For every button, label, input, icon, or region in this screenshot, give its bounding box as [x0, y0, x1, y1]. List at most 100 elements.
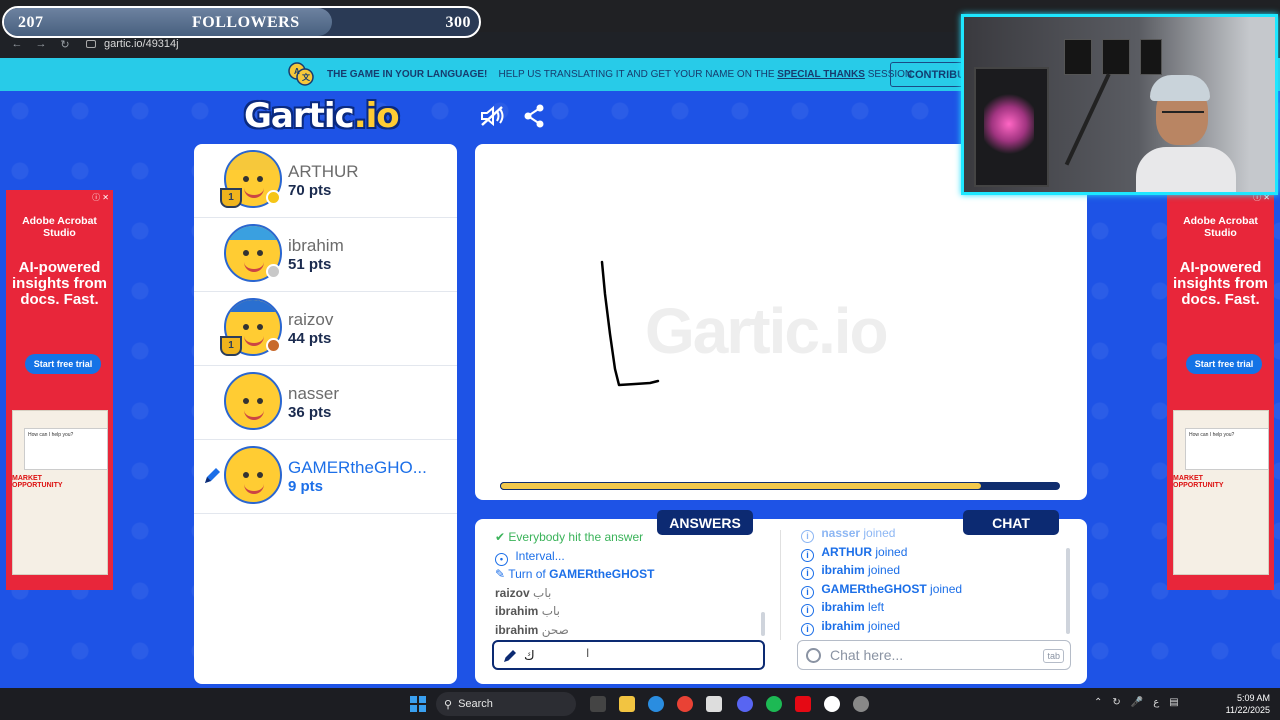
banner-text-before: HELP US TRANSLATING IT AND GET YOUR NAME…	[498, 69, 775, 80]
answers-scrollbar[interactable]	[761, 612, 765, 636]
forward-icon[interactable]: →	[34, 38, 48, 50]
list-item: ibrahim باب	[495, 602, 757, 621]
back-icon[interactable]: ←	[10, 38, 24, 50]
feed-guess: باب	[541, 604, 560, 618]
chat-input-placeholder: Chat here...	[830, 647, 904, 663]
banner-message: THE GAME IN YOUR LANGUAGE! HELP US TRANS…	[327, 69, 912, 80]
player-points: 70 pts	[288, 182, 332, 199]
store-icon[interactable]	[706, 696, 722, 712]
reload-icon[interactable]: ↻	[58, 38, 72, 51]
trophy-icon: 1	[220, 336, 242, 356]
svg-text:A: A	[294, 67, 300, 76]
list-item: i nasser joined	[801, 524, 1063, 543]
banner-headline: THE GAME IN YOUR LANGUAGE!	[327, 69, 488, 80]
player-row[interactable]: GAMERtheGHO... 9 pts	[194, 440, 457, 514]
gartic-logo[interactable]: Gartic.io	[244, 96, 400, 136]
text-cursor-icon: I	[586, 646, 590, 660]
feed-user: GAMERtheGHOST	[821, 581, 927, 596]
player-points: 51 pts	[288, 256, 332, 273]
feed-text: Turn of	[508, 567, 550, 581]
feed-user: raizov	[495, 585, 530, 600]
ad-right[interactable]: ⓘ ✕ Adobe Acrobat Studio AI-powered insi…	[1167, 190, 1274, 590]
round-timer-fill	[500, 482, 982, 490]
feed-user: ibrahim	[495, 622, 539, 637]
special-thanks-link[interactable]: SPECIAL THANKS	[777, 69, 865, 80]
chat-scrollbar[interactable]	[1066, 548, 1070, 634]
system-tray[interactable]: ⌃ ↻ 🎤 ع ▤	[1094, 697, 1179, 708]
ad-left[interactable]: ⓘ ✕ Adobe Acrobat Studio AI-powered insi…	[6, 190, 113, 590]
feed-user: ibrahim	[821, 563, 865, 577]
player-name: ibrahim	[288, 236, 344, 255]
webcam-overlay	[961, 14, 1278, 195]
sync-icon[interactable]: ↻	[1112, 697, 1120, 708]
followers-current: 207	[18, 14, 44, 31]
ad-cta-button[interactable]: Start free trial	[1186, 354, 1262, 374]
feed-user: ARTHUR	[821, 544, 873, 559]
info-icon: i	[801, 622, 814, 636]
drawing-canvas[interactable]: Gartic.io	[475, 144, 1087, 500]
taskbar-search[interactable]: ⚲ Search	[436, 692, 576, 716]
chat-feed: i nasser joined i ARTHUR joined i ibrahi…	[801, 524, 1063, 638]
feed-guess: باب	[533, 585, 552, 600]
pencil-icon	[205, 468, 220, 483]
contribute-button[interactable]: CONTRIBUTE	[890, 62, 970, 87]
share-icon[interactable]	[523, 104, 545, 128]
file-explorer-icon[interactable]	[619, 696, 635, 712]
mic-icon[interactable]: 🎤	[1131, 697, 1143, 708]
ad-close-icon[interactable]: ⓘ ✕	[92, 192, 109, 203]
mute-icon[interactable]	[480, 105, 506, 127]
chrome-icon[interactable]	[677, 696, 693, 712]
url-text: gartic.io/49314j	[104, 38, 179, 50]
pencil-icon	[504, 650, 516, 662]
ad-card: How can I help you?	[1185, 428, 1269, 470]
logo-main: Gartic	[244, 96, 355, 136]
windows-start-icon[interactable]	[410, 696, 426, 712]
panel-divider	[780, 530, 781, 640]
rank-badge	[266, 338, 281, 353]
edge-icon[interactable]	[648, 696, 664, 712]
info-icon: i	[801, 567, 814, 580]
player-name: raizov	[288, 310, 334, 329]
player-row[interactable]: 1 raizov 44 pts	[194, 292, 457, 366]
netflix-icon[interactable]	[795, 696, 811, 712]
ad-cta-button[interactable]: Start free trial	[25, 354, 101, 374]
feed-user: ibrahim	[821, 600, 865, 614]
discord-icon[interactable]	[737, 696, 753, 712]
feed-guess: صحن	[541, 622, 569, 637]
info-icon: i	[801, 530, 814, 543]
ad-card: How can I help you?	[24, 428, 108, 470]
taskbar-clock[interactable]: 5:09 AM 11/22/2025	[1218, 692, 1270, 716]
site-info-icon[interactable]	[86, 40, 96, 48]
obs-icon[interactable]	[824, 696, 840, 712]
player-row[interactable]: ibrahim 51 pts	[194, 218, 457, 292]
feed-action: joined	[875, 544, 908, 559]
spotify-icon[interactable]	[766, 696, 782, 712]
player-name: nasser	[288, 384, 340, 403]
task-view-icon[interactable]	[590, 696, 606, 712]
taskbar: ⚲ Search ⌃ ↻ 🎤 ع ▤ 5:09 AM 11/22/2025	[0, 688, 1280, 720]
player-name: ARTHUR	[288, 162, 359, 181]
chat-bubble-icon	[806, 648, 821, 663]
player-row[interactable]: 1 ARTHUR 70 pts	[194, 144, 457, 218]
feed-action: joined	[930, 581, 963, 596]
feed-action: joined	[868, 563, 901, 577]
pencil-icon: ✎	[495, 567, 506, 581]
app-icon[interactable]	[853, 696, 869, 712]
keyboard-lang[interactable]: ع	[1153, 697, 1159, 708]
chat-input[interactable]: Chat here... tab	[797, 640, 1071, 670]
ad-headline: AI-powered insights from docs. Fast.	[11, 259, 107, 308]
list-item: i ibrahim joined	[801, 561, 1063, 580]
player-points: 9 pts	[288, 478, 324, 495]
url-field[interactable]: gartic.io/49314j	[86, 38, 179, 50]
rank-badge	[266, 190, 281, 205]
answer-input[interactable]: ك I	[492, 640, 765, 670]
player-row[interactable]: nasser 36 pts	[194, 366, 457, 440]
list-item: ✎ Turn of GAMERtheGHOST	[495, 565, 757, 584]
tab-key-hint: tab	[1043, 649, 1064, 663]
list-item: i ARTHUR joined	[801, 543, 1063, 562]
plain-icon	[224, 446, 282, 504]
chevron-up-icon[interactable]: ⌃	[1094, 697, 1102, 708]
wifi-icon[interactable]: ▤	[1169, 697, 1178, 708]
feed-text: Interval...	[515, 548, 565, 563]
feed-user: nasser	[821, 526, 861, 540]
